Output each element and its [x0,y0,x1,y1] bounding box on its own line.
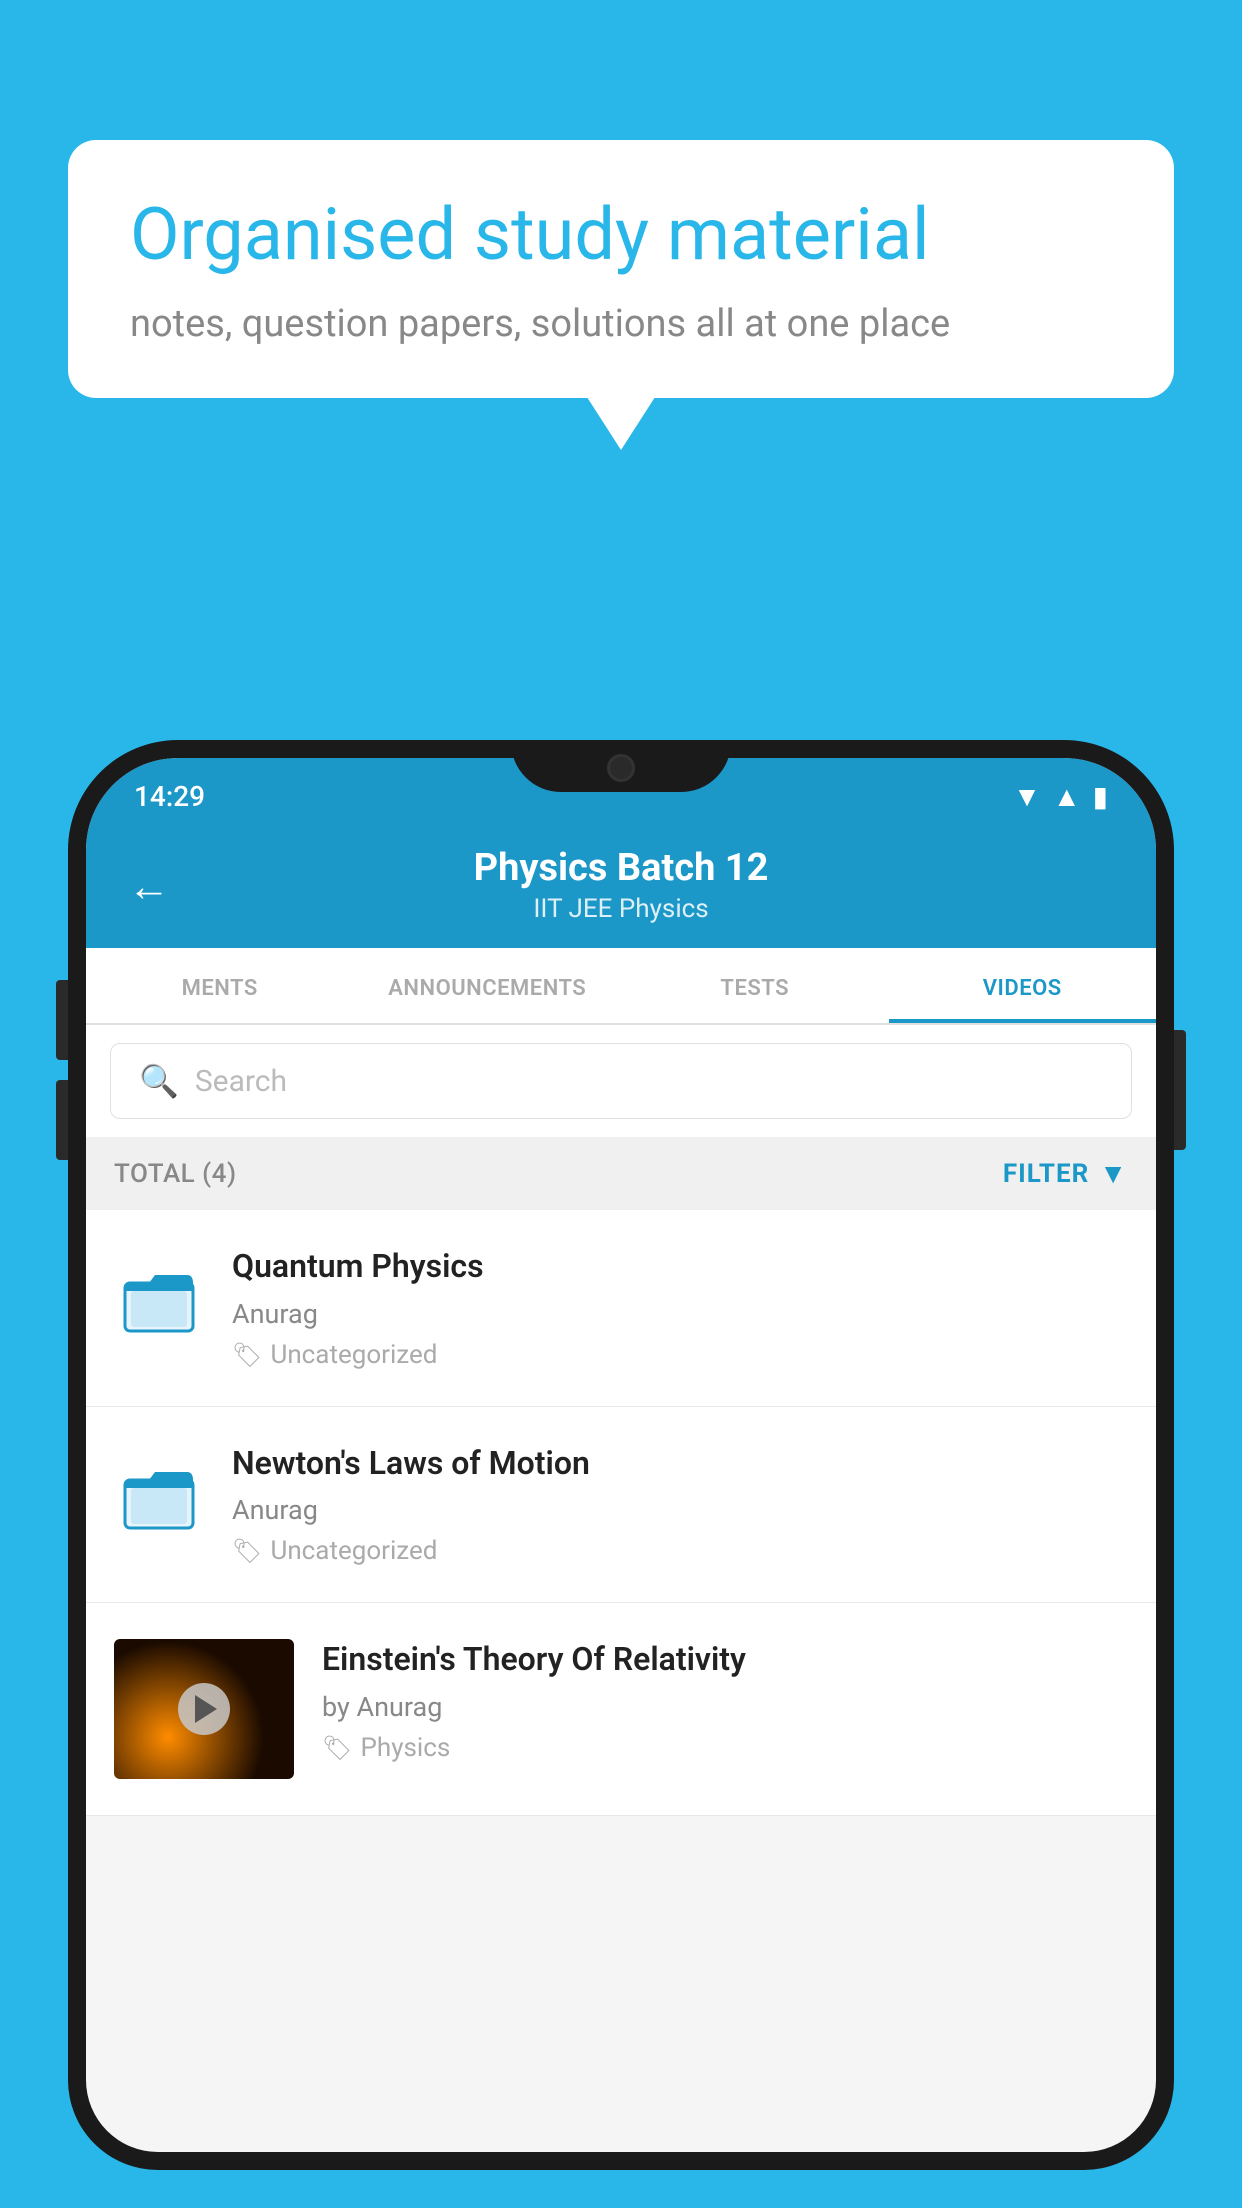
tabs-bar: MENTS ANNOUNCEMENTS TESTS VIDEOS [86,948,1156,1025]
phone-outer: 14:29 ▼ ▲ ▮ ← Physics Batch 12 IIT JEE P… [68,740,1174,2170]
video-item-tag: 🏷 Uncategorized [232,1536,1128,1566]
filter-icon: ▼ [1099,1157,1128,1190]
tab-ments[interactable]: MENTS [86,948,354,1023]
tag-text: Physics [360,1733,450,1763]
phone-frame: 14:29 ▼ ▲ ▮ ← Physics Batch 12 IIT JEE P… [68,740,1174,2208]
front-camera [607,754,635,782]
tab-announcements[interactable]: ANNOUNCEMENTS [354,948,622,1023]
folder-icon [121,1458,197,1534]
speech-bubble-container: Organised study material notes, question… [68,140,1174,398]
video-item-author: Anurag [232,1494,1128,1526]
bubble-title: Organised study material [130,192,1112,278]
video-item-author: by Anurag [322,1691,1128,1723]
list-item[interactable]: Quantum Physics Anurag 🏷 Uncategorized [86,1210,1156,1407]
power-button [1174,1030,1186,1150]
filter-label: FILTER [1003,1159,1089,1189]
video-item-info: Newton's Laws of Motion Anurag 🏷 Uncateg… [232,1443,1128,1567]
app-header: ← Physics Batch 12 IIT JEE Physics [86,826,1156,948]
folder-icon-container [114,1254,204,1344]
tab-videos[interactable]: VIDEOS [889,948,1157,1023]
folder-icon [121,1261,197,1337]
bubble-subtitle: notes, question papers, solutions all at… [130,302,1112,346]
search-placeholder: Search [195,1064,287,1099]
filter-bar: TOTAL (4) FILTER ▼ [86,1137,1156,1210]
header-title: Physics Batch 12 [134,846,1108,890]
tag-icon: 🏷 [322,1734,352,1762]
list-item[interactable]: Newton's Laws of Motion Anurag 🏷 Uncateg… [86,1407,1156,1604]
phone-notch [511,740,731,792]
video-item-title: Newton's Laws of Motion [232,1443,1128,1485]
tag-icon: 🏷 [232,1341,262,1369]
folder-icon-container [114,1451,204,1541]
video-item-tag: 🏷 Physics [322,1733,1128,1763]
play-button[interactable] [178,1683,230,1735]
video-list: Quantum Physics Anurag 🏷 Uncategorized [86,1210,1156,1816]
back-button[interactable]: ← [128,863,170,912]
video-item-tag: 🏷 Uncategorized [232,1340,1128,1370]
tab-tests[interactable]: TESTS [621,948,889,1023]
tag-text: Uncategorized [270,1340,437,1370]
video-thumbnail [114,1639,294,1779]
signal-icon: ▲ [1053,780,1081,813]
video-item-info: Quantum Physics Anurag 🏷 Uncategorized [232,1246,1128,1370]
phone-screen: 14:29 ▼ ▲ ▮ ← Physics Batch 12 IIT JEE P… [86,758,1156,2152]
video-item-title: Quantum Physics [232,1246,1128,1288]
tag-text: Uncategorized [270,1536,437,1566]
list-item[interactable]: Einstein's Theory Of Relativity by Anura… [86,1603,1156,1816]
search-container: 🔍 Search [86,1025,1156,1137]
total-count: TOTAL (4) [114,1159,237,1189]
wifi-icon: ▼ [1013,780,1041,813]
search-box[interactable]: 🔍 Search [110,1043,1132,1119]
volume-down-button [56,1080,68,1160]
battery-icon: ▮ [1093,780,1108,813]
video-item-title: Einstein's Theory Of Relativity [322,1639,1128,1681]
speech-bubble: Organised study material notes, question… [68,140,1174,398]
status-time: 14:29 [134,780,205,813]
status-icons: ▼ ▲ ▮ [1013,780,1108,813]
filter-button[interactable]: FILTER ▼ [1003,1157,1128,1190]
play-triangle-icon [195,1695,217,1723]
search-icon: 🔍 [139,1062,179,1100]
tag-icon: 🏷 [232,1537,262,1565]
volume-up-button [56,980,68,1060]
video-item-info: Einstein's Theory Of Relativity by Anura… [322,1639,1128,1763]
header-subtitle: IIT JEE Physics [134,894,1108,924]
video-item-author: Anurag [232,1298,1128,1330]
